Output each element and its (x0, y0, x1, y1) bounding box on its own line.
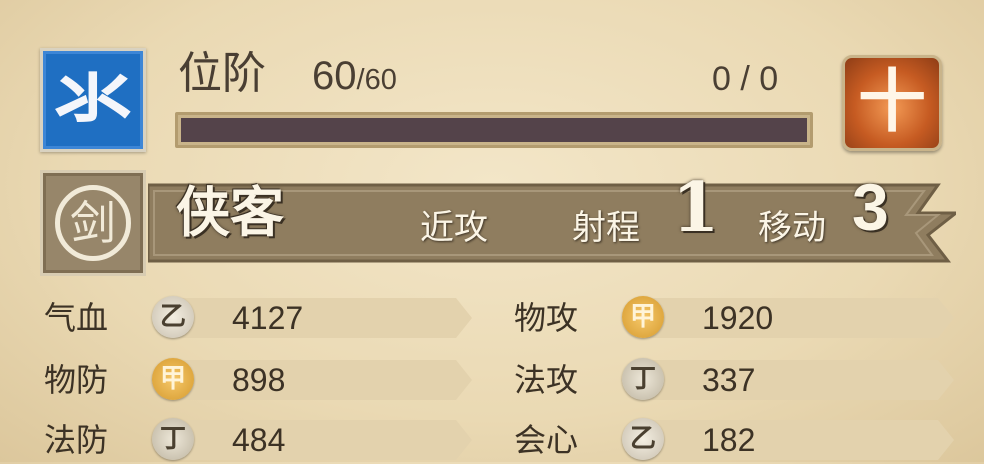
stat-row-crit: 会心 乙 182 (514, 416, 954, 464)
stat-bar-bg (642, 420, 954, 460)
rank-max: 60 (364, 64, 397, 96)
stat-label: 法防 (44, 421, 109, 459)
stat-row-hp: 气血 乙 4127 (44, 294, 472, 342)
grade-badge: 丁 (622, 358, 664, 400)
stat-label: 会心 (514, 421, 579, 459)
rank-value: 60/60 (312, 56, 397, 96)
stat-value: 898 (232, 362, 286, 398)
class-name: 侠客 (176, 180, 284, 244)
grade-badge: 丁 (152, 418, 194, 460)
cross-skill-icon[interactable]: 十 (842, 55, 942, 151)
attack-type: 近攻 (420, 208, 488, 248)
stat-row-phys-def: 物防 甲 898 (44, 356, 472, 404)
water-element-icon: 氺 (40, 48, 146, 152)
rank-current: 60 (312, 54, 357, 98)
stat-label: 物防 (44, 361, 109, 399)
stat-value: 337 (702, 362, 756, 398)
rank-separator: / (356, 64, 365, 96)
stat-label: 物攻 (514, 299, 579, 337)
stat-row-magic-def: 法防 丁 484 (44, 416, 472, 464)
stat-value: 484 (232, 422, 286, 458)
exp-progress-track (181, 118, 807, 142)
stat-bar-bg (172, 360, 472, 400)
stat-value: 4127 (232, 300, 304, 336)
exp-counter: 0 / 0 (712, 60, 779, 98)
exp-progress-bar (175, 112, 813, 148)
stat-bar-bg (642, 298, 954, 338)
stat-row-phys-atk: 物攻 甲 1920 (514, 294, 954, 342)
stat-value: 1920 (702, 300, 774, 336)
range-label: 射程 (572, 208, 640, 248)
stat-bar-bg (172, 298, 472, 338)
grade-badge: 乙 (622, 418, 664, 460)
stat-row-magic-atk: 法攻 丁 337 (514, 356, 954, 404)
class-emblem: 剑 (40, 170, 146, 276)
stat-label: 法攻 (514, 361, 579, 399)
move-label: 移动 (758, 208, 826, 248)
stat-bar-bg (642, 360, 954, 400)
grade-badge: 乙 (152, 296, 194, 338)
grade-badge: 甲 (622, 296, 664, 338)
stat-value: 182 (702, 422, 756, 458)
sword-icon: 剑 (55, 185, 131, 261)
range-value: 1 (672, 168, 720, 248)
stat-bar-bg (172, 420, 472, 460)
grade-badge: 甲 (152, 358, 194, 400)
move-value: 3 (852, 170, 889, 244)
rank-label: 位阶 (178, 48, 266, 99)
stat-label: 气血 (44, 299, 109, 337)
